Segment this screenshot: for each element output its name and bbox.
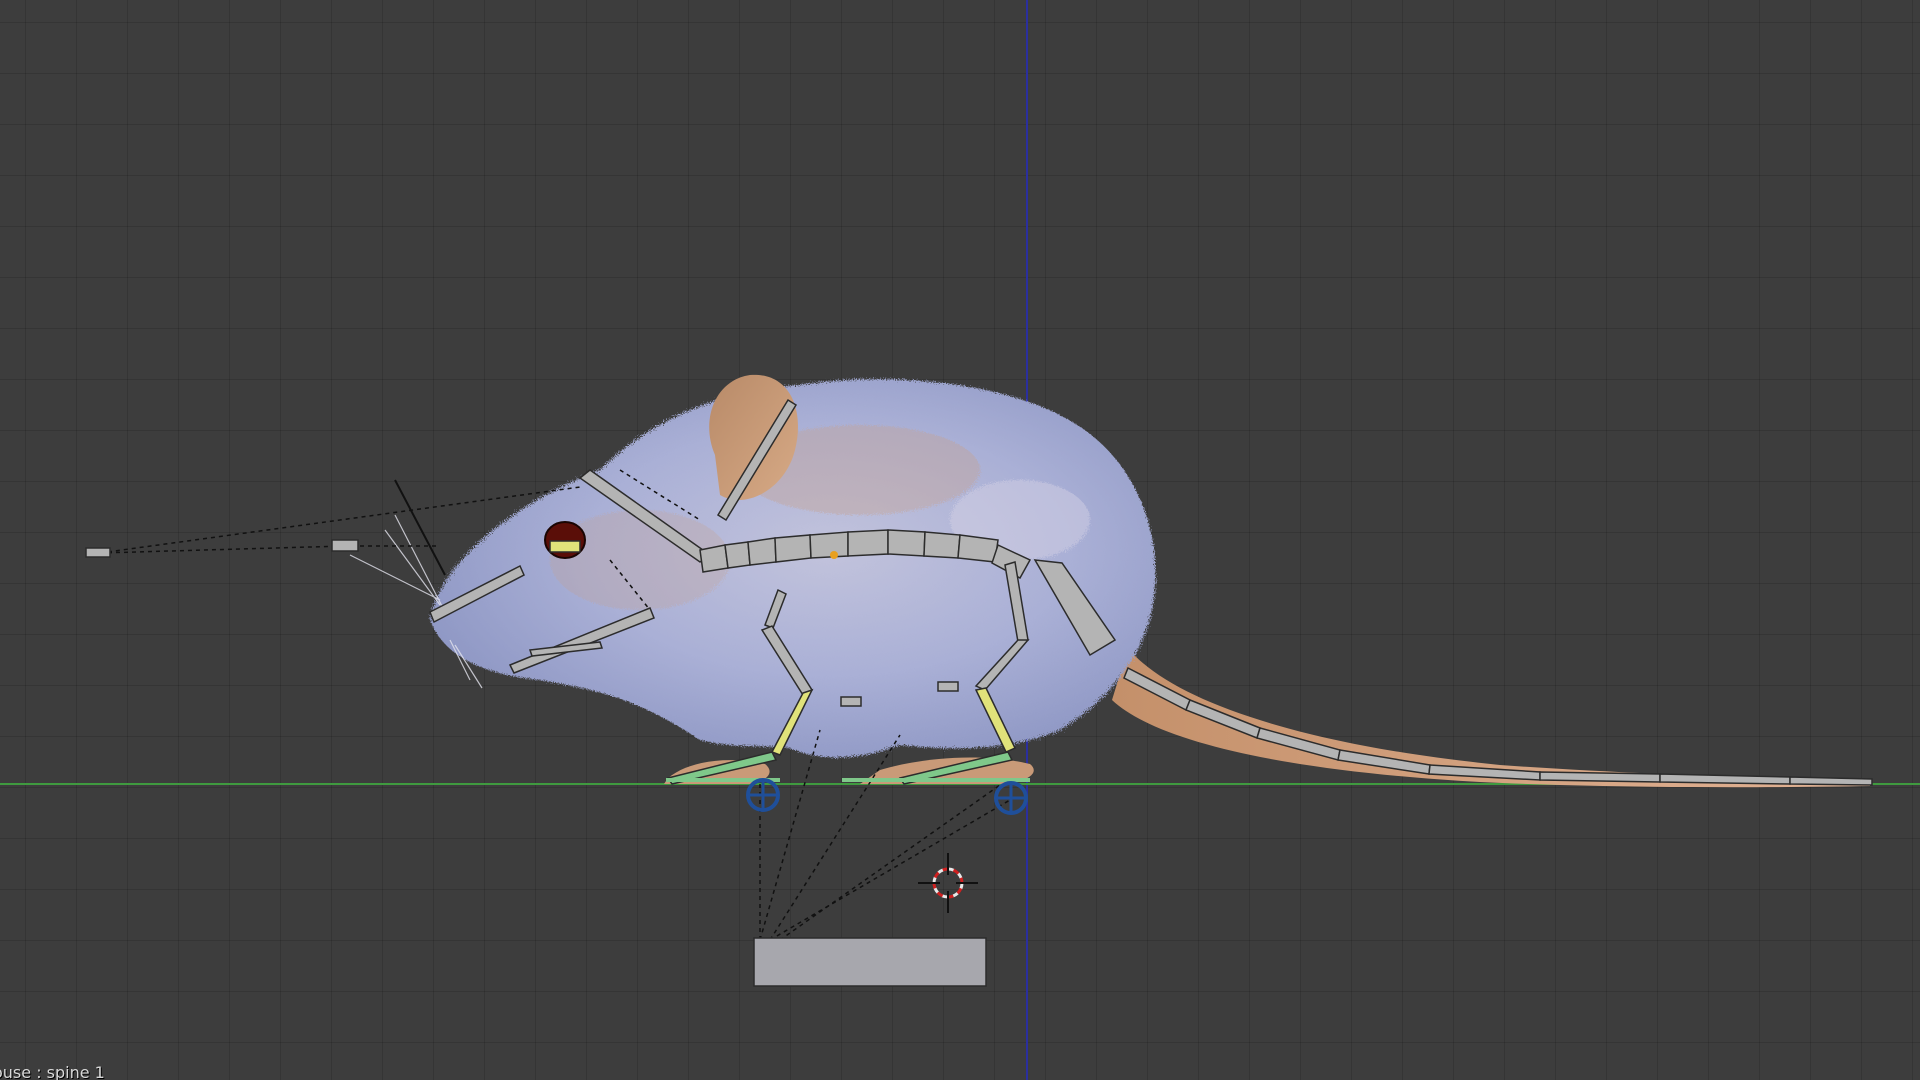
bone-tail-8[interactable] — [1789, 776, 1873, 786]
bone-spine-1[interactable] — [699, 544, 729, 573]
3d-cursor-icon[interactable] — [918, 853, 978, 913]
active-object-label: ouse : spine 1 — [0, 1063, 105, 1080]
bone-spine-9[interactable] — [957, 534, 999, 563]
bone-spine-7[interactable] — [887, 529, 926, 557]
bone-spine-4[interactable] — [774, 534, 812, 563]
bone-spine-3[interactable] — [747, 537, 777, 566]
ik-target-icon[interactable] — [994, 781, 1028, 815]
bone-tail-6[interactable] — [1539, 771, 1661, 783]
bone-whisker-control[interactable] — [331, 539, 359, 552]
bone-spine-5[interactable] — [809, 531, 849, 559]
3d-viewport[interactable]: ouse : spine 1 — [0, 0, 1920, 1080]
ik-target-icon[interactable] — [746, 778, 780, 812]
bone-spine-2[interactable] — [724, 541, 751, 569]
viewport-scene[interactable] — [0, 0, 1920, 1080]
bone-belly-control-1[interactable] — [840, 696, 862, 707]
spine-origin-marker — [830, 551, 838, 559]
bone-spine-6[interactable] — [847, 529, 889, 557]
bone-root[interactable] — [753, 937, 987, 987]
bone-spine-8[interactable] — [923, 531, 961, 559]
bone-tail-7[interactable] — [1659, 773, 1791, 785]
bone-nose-control[interactable] — [85, 547, 111, 558]
bone-belly-control-2[interactable] — [937, 681, 959, 692]
whisker-dark — [394, 479, 446, 576]
bone-eye[interactable] — [549, 540, 581, 553]
